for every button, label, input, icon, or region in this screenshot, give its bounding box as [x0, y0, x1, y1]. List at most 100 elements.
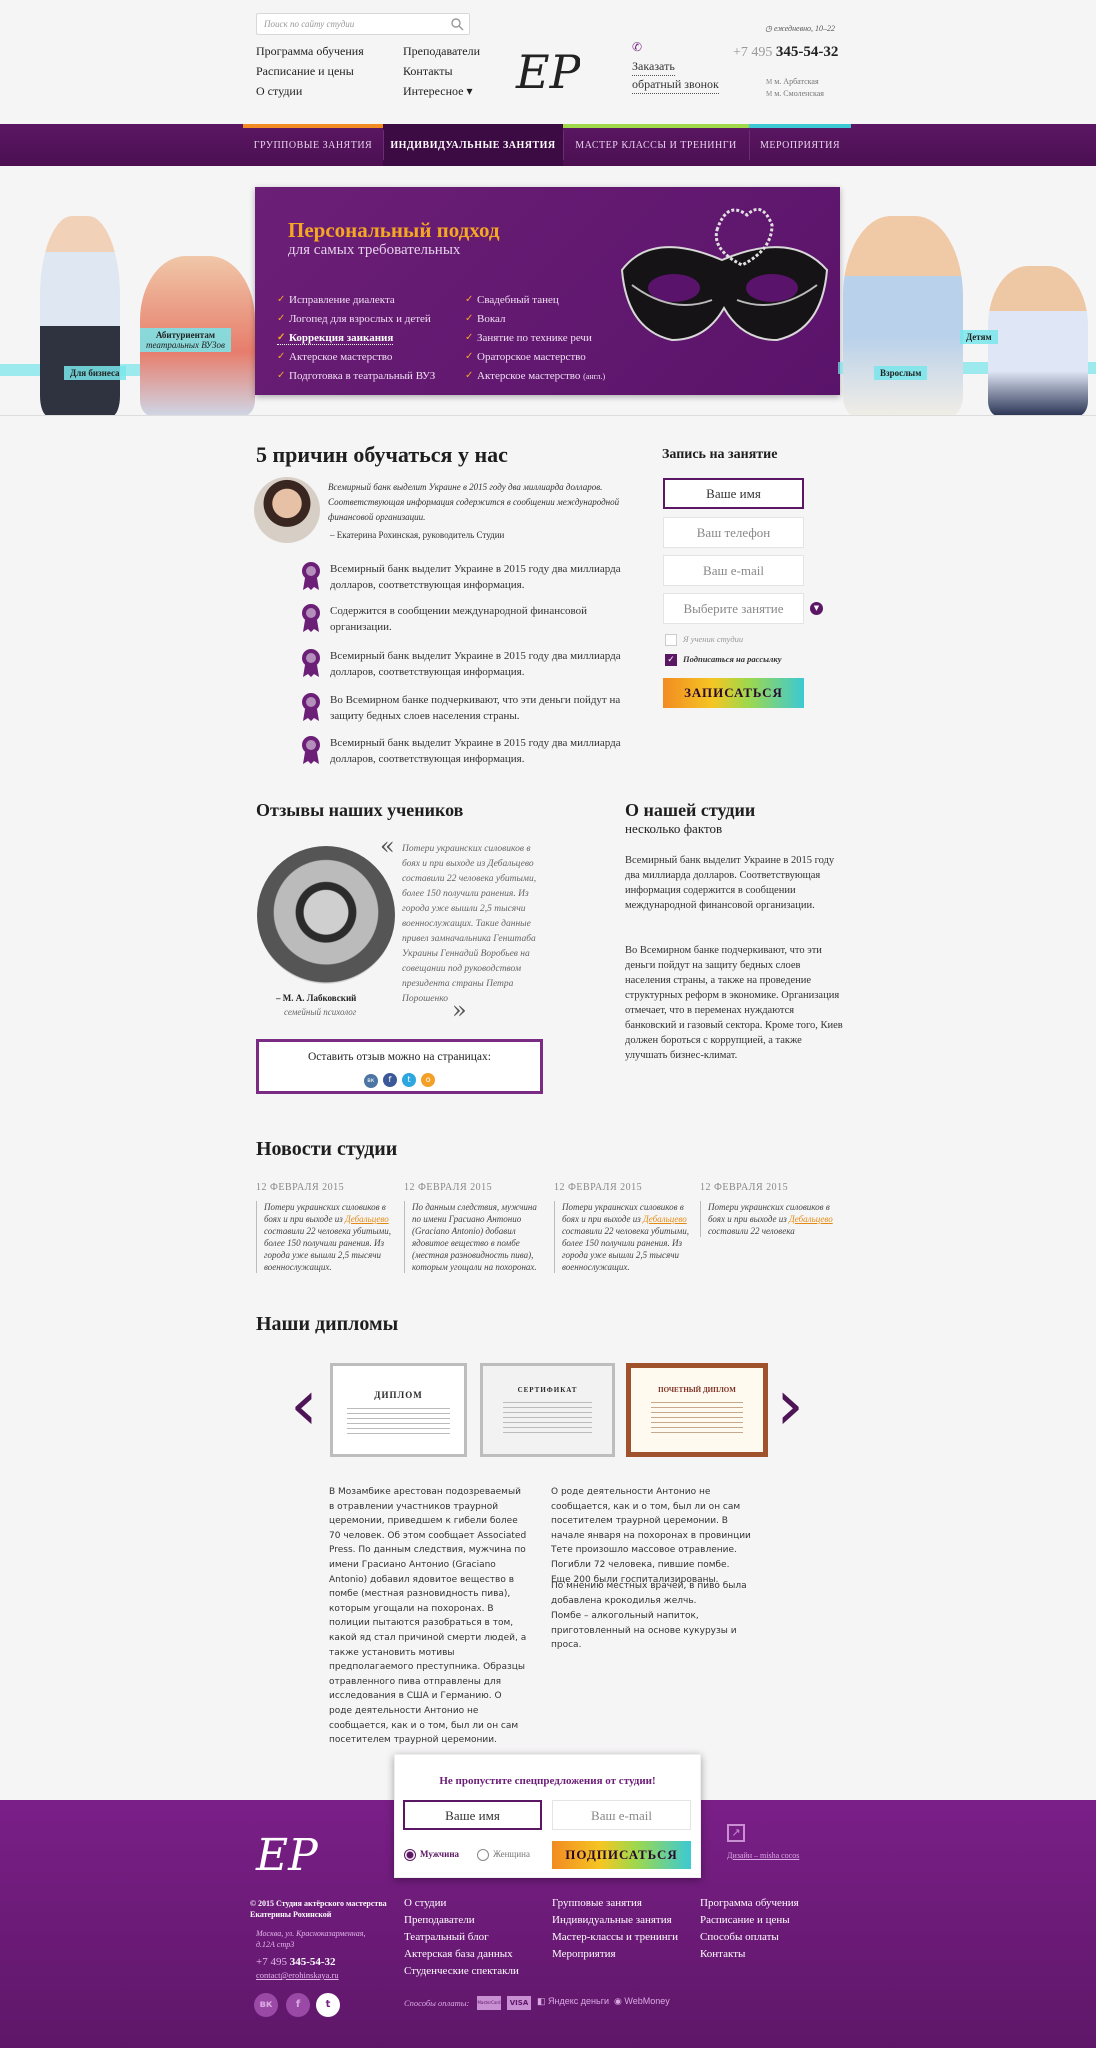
tab-individual-classes[interactable]: Индивидуальные занятия	[383, 124, 563, 166]
footer-link[interactable]: Контакты	[700, 1948, 745, 1960]
tab-group-classes[interactable]: Групповые занятия	[243, 124, 383, 166]
service-item[interactable]: Исправление диалекта	[277, 294, 395, 306]
reasons-title: 5 причин обучаться у нас	[256, 442, 508, 467]
tab-master-classes[interactable]: Мастер классы и тренинги	[563, 124, 749, 166]
radio-female[interactable]	[477, 1849, 489, 1861]
subscribe-checkbox[interactable]: ✓	[665, 654, 677, 666]
diploma-card[interactable]: ДИПЛОМ	[330, 1363, 467, 1457]
logo[interactable]: ЕР	[510, 36, 580, 106]
nav-link[interactable]: О студии	[256, 84, 302, 100]
working-hours: ◷ ежедневно, 10–22	[765, 24, 836, 33]
nav-link[interactable]: Программа обучения	[256, 44, 364, 60]
director-avatar	[254, 477, 320, 543]
footer-link[interactable]: Актерская база данных	[404, 1948, 513, 1960]
tag-adults[interactable]: Взрослым	[874, 366, 928, 380]
external-link-icon[interactable]: ↗	[727, 1824, 745, 1842]
email-field[interactable]: Ваш e-mail	[663, 555, 804, 586]
subscribe-email-field[interactable]: Ваш e-mail	[552, 1800, 691, 1830]
footer-link[interactable]: Мероприятия	[552, 1948, 616, 1960]
search-icon[interactable]	[450, 17, 464, 31]
reviews-title: Отзывы наших учеников	[256, 800, 464, 820]
footer-email[interactable]: contact@erohinskaya.ru	[256, 1970, 339, 1980]
service-item[interactable]: Подготовка в театральный ВУЗ	[277, 370, 435, 382]
footer-logo[interactable]: ЕР	[250, 1818, 320, 1888]
nav-link[interactable]: Преподаватели	[403, 44, 480, 60]
callback-link[interactable]: Заказать обратный звонок	[632, 58, 719, 94]
nav-link[interactable]: Расписание и цены	[256, 64, 354, 80]
reason-item: Содержится в сообщении международной фин…	[300, 603, 630, 635]
yandex-money-icon: ◧ Яндекс деньги	[537, 1996, 610, 2006]
facebook-icon[interactable]: f	[286, 1993, 310, 2017]
footer-link[interactable]: Способы оплаты	[700, 1931, 779, 1943]
service-item[interactable]: Занятие по технике речи	[465, 332, 592, 344]
service-item[interactable]: Ораторское мастерство	[465, 351, 586, 363]
footer-link[interactable]: Индивидуальные занятия	[552, 1914, 672, 1926]
nav-link-dropdown[interactable]: Интересное ▾	[403, 84, 473, 100]
award-icon	[302, 649, 320, 677]
footer-link[interactable]: Групповые занятия	[552, 1897, 642, 1909]
name-field[interactable]: Ваше имя	[663, 478, 804, 509]
diploma-card[interactable]: ПОЧЕТНЫЙ ДИПЛОМ	[626, 1363, 768, 1457]
diploma-description: О роде деятельности Антонио не сообщаетс…	[551, 1487, 751, 1585]
service-item[interactable]: Актерское мастерство	[277, 351, 392, 363]
nav-divider	[749, 130, 750, 160]
search-input[interactable]: Поиск по сайту студии	[256, 13, 470, 35]
service-item[interactable]: Логопед для взрослых и детей	[277, 313, 431, 325]
news-item[interactable]: 12 ФЕВРАЛЯ 2015 Потери украинских силови…	[256, 1182, 396, 1273]
chevron-left-icon[interactable]: ‹	[290, 1370, 318, 1440]
tag-kids[interactable]: Детям	[960, 330, 998, 344]
vk-icon[interactable]: вк	[254, 1993, 278, 2017]
radio-male[interactable]	[404, 1849, 416, 1861]
footer-copyright: © 2015 Студия актёрского мастерства Екат…	[250, 1899, 387, 1919]
subscribe-button[interactable]: ПОДПИСАТЬСЯ	[552, 1841, 691, 1869]
facebook-icon[interactable]: f	[382, 1073, 397, 1087]
footer-address: Москва, ул. Красноказарменная, д.12А стр…	[256, 1929, 366, 1949]
news-item[interactable]: 12 ФЕВРАЛЯ 2015 Потери украинских силови…	[554, 1182, 694, 1273]
footer-link[interactable]: Преподаватели	[404, 1914, 475, 1926]
nav-link[interactable]: Контакты	[403, 64, 453, 80]
chevron-right-icon[interactable]: ›	[776, 1370, 804, 1440]
visa-icon: VISA	[507, 1996, 531, 2010]
news-item[interactable]: 12 ФЕВРАЛЯ 2015 Потери украинских силови…	[700, 1182, 840, 1237]
service-item[interactable]: Свадебный танец	[465, 294, 559, 306]
nav-divider	[563, 130, 564, 160]
tag-applicants[interactable]: Абитуриентам театральных ВУЗов	[140, 328, 231, 352]
header-phone: +7 495 345-54-32	[733, 44, 839, 60]
twitter-icon[interactable]: t	[402, 1073, 417, 1087]
footer-link[interactable]: Программа обучения	[700, 1897, 799, 1909]
phone-field[interactable]: Ваш телефон	[663, 517, 804, 548]
footer-link[interactable]: Расписание и цены	[700, 1914, 790, 1926]
tag-business[interactable]: Для бизнеса	[64, 366, 126, 380]
quote-open-icon: «	[380, 832, 395, 860]
news-item[interactable]: 12 ФЕВРАЛЯ 2015 По данным следствия, муж…	[404, 1182, 544, 1273]
award-icon	[302, 736, 320, 764]
class-select[interactable]: Выберите занятие	[663, 593, 804, 624]
nav-divider	[383, 130, 384, 160]
student-checkbox[interactable]	[665, 634, 677, 646]
tab-events[interactable]: Мероприятия	[749, 124, 851, 166]
vk-icon[interactable]: вк	[363, 1074, 378, 1088]
news-date: 12 ФЕВРАЛЯ 2015	[554, 1182, 643, 1193]
signup-button[interactable]: ЗАПИСАТЬСЯ	[663, 678, 804, 708]
footer-link[interactable]: Театральный блог	[404, 1931, 489, 1943]
twitter-icon[interactable]: t	[316, 1993, 340, 2017]
footer-link[interactable]: О студии	[404, 1897, 446, 1909]
subscribe-name-field[interactable]: Ваше имя	[403, 1800, 542, 1830]
diploma-card[interactable]: СЕРТИФИКАТ	[480, 1363, 615, 1457]
service-item[interactable]: Актерское мастерство (англ.)	[465, 370, 605, 382]
quote-close-icon: »	[452, 996, 467, 1024]
designer-credit[interactable]: Дизайн – misha cocos	[727, 1851, 799, 1860]
news-text: Потери украинских силовиков в боях и при…	[256, 1201, 396, 1273]
news-date: 12 ФЕВРАЛЯ 2015	[700, 1182, 789, 1193]
webmoney-icon: ◉ WebMoney	[614, 1996, 670, 2006]
radio-female-label: Женщина	[493, 1849, 530, 1859]
svg-text:ЕР: ЕР	[515, 45, 580, 99]
footer-link[interactable]: Мастер-классы и тренинги	[552, 1931, 678, 1943]
footer-link[interactable]: Студенческие спектакли	[404, 1965, 519, 1977]
odnoklassniki-icon[interactable]: о	[421, 1073, 436, 1087]
hero-photo-right: Взрослым Детям	[838, 166, 1096, 416]
payment-label: Способы оплаты:	[404, 1998, 470, 2008]
service-item[interactable]: Вокал	[465, 313, 505, 325]
service-item-active[interactable]: Коррекция заикания	[277, 332, 394, 345]
chevron-down-icon[interactable]: ▼	[810, 602, 823, 615]
